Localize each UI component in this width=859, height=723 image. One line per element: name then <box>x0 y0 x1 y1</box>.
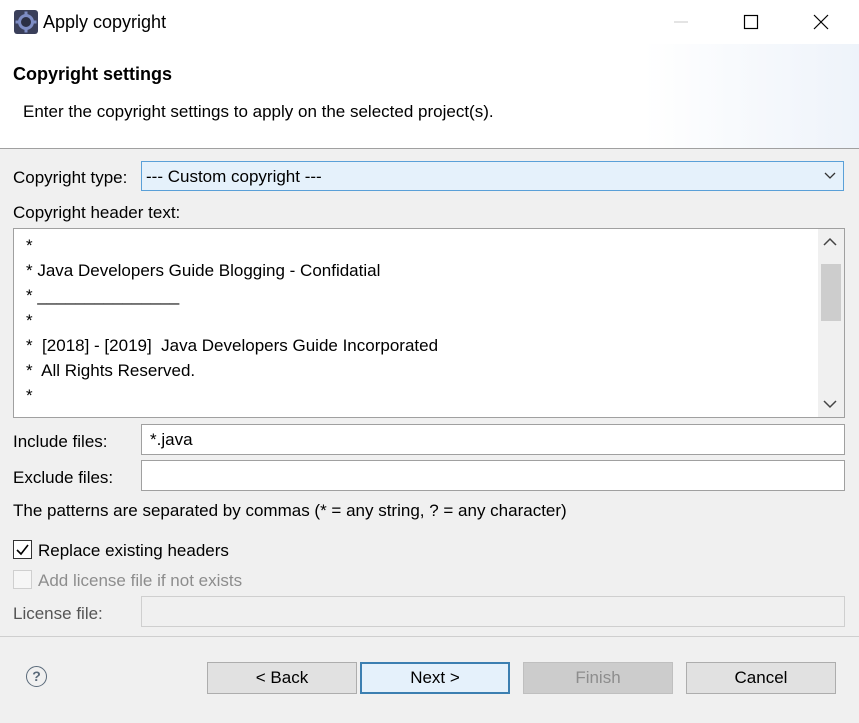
replace-headers-checkbox[interactable] <box>13 540 32 559</box>
header-line: * <box>26 236 33 255</box>
chevron-up-icon[interactable] <box>822 235 838 249</box>
next-button[interactable]: Next > <box>360 662 510 694</box>
copyright-header-textarea[interactable]: * * Java Developers Guide Blogging - Con… <box>13 228 845 418</box>
page-description: Enter the copyright settings to apply on… <box>23 102 494 121</box>
scrollbar-thumb[interactable] <box>821 264 841 321</box>
back-button[interactable]: < Back <box>207 662 357 694</box>
copyright-type-select[interactable]: --- Custom copyright --- <box>141 161 844 191</box>
header-line: * Java Developers Guide Blogging - Confi… <box>26 261 381 280</box>
close-icon <box>813 14 829 30</box>
header-line: * <box>26 311 33 330</box>
copyright-type-label: Copyright type: <box>13 168 128 187</box>
vertical-scrollbar[interactable] <box>818 229 844 417</box>
chevron-down-icon[interactable] <box>822 397 838 411</box>
close-button[interactable] <box>786 0 856 44</box>
include-files-field[interactable]: *.java <box>141 424 845 455</box>
header-line: * All Rights Reserved. <box>26 361 196 380</box>
header-text-label: Copyright header text: <box>13 203 181 222</box>
maximize-button[interactable] <box>716 0 786 44</box>
license-file-label: License file: <box>13 604 103 623</box>
add-license-checkbox[interactable] <box>13 570 32 589</box>
license-file-field[interactable] <box>141 596 845 627</box>
patterns-hint: The patterns are separated by commas (* … <box>13 501 567 520</box>
header-line: * <box>26 386 33 405</box>
exclude-files-field[interactable] <box>141 460 845 491</box>
replace-headers-label[interactable]: Replace existing headers <box>38 541 229 561</box>
page-title: Copyright settings <box>13 64 173 84</box>
title-bar: Apply copyright <box>0 0 859 44</box>
header-text-lines: * * Java Developers Guide Blogging - Con… <box>26 233 438 408</box>
header-line: * _______________ <box>26 286 180 305</box>
copyright-type-value: --- Custom copyright --- <box>146 167 322 186</box>
header-line: * [2018] - [2019] Java Developers Guide … <box>26 336 439 355</box>
add-license-label: Add license file if not exists <box>38 571 243 590</box>
window-title: Apply copyright <box>43 12 167 32</box>
footer-separator <box>0 636 859 637</box>
include-files-value: *.java <box>150 430 193 449</box>
include-files-label: Include files: <box>13 432 108 451</box>
minimize-icon <box>674 21 688 23</box>
checkmark-icon <box>16 544 29 556</box>
wizard-banner: Copyright settings Enter the copyright s… <box>0 44 859 149</box>
help-icon[interactable]: ? <box>26 666 47 687</box>
exclude-files-label: Exclude files: <box>13 468 114 487</box>
eclipse-gear-icon <box>14 10 38 34</box>
cancel-button[interactable]: Cancel <box>686 662 836 694</box>
maximize-icon <box>743 14 759 30</box>
minimize-button[interactable] <box>646 0 716 44</box>
finish-button[interactable]: Finish <box>523 662 673 694</box>
chevron-down-icon <box>824 172 836 179</box>
